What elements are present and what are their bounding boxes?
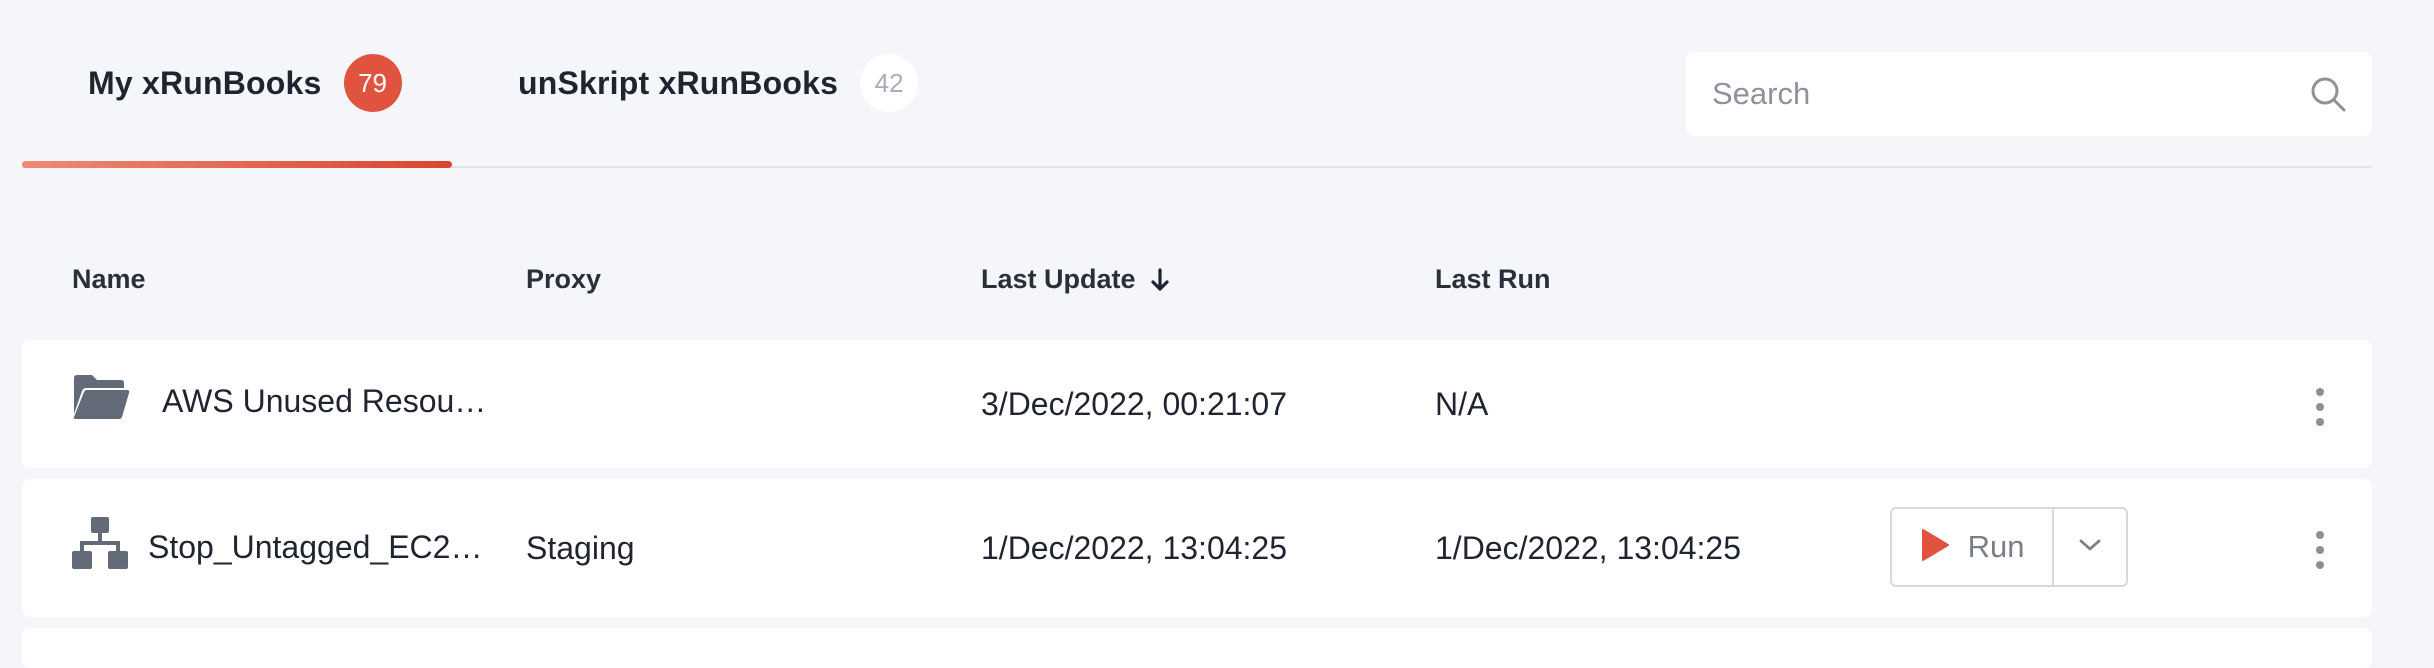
active-tab-indicator [22,161,452,168]
more-options-icon[interactable] [2310,531,2330,569]
column-header-last-update[interactable]: Last Update [981,264,1170,295]
count-badge: 79 [343,54,402,112]
search-input[interactable] [1710,75,2308,113]
column-header-label: Last Update [981,264,1136,294]
tab-label: unSkript xRunBooks [518,64,839,101]
table-row[interactable]: AWS Unused Resourc... 3/Dec/2022, 00:21:… [22,340,2372,468]
more-options-icon[interactable] [2310,388,2330,426]
run-button[interactable]: Run [1892,509,2054,585]
column-header-name[interactable]: Name [72,264,146,295]
sort-descending-icon[interactable] [1150,267,1170,293]
run-options-dropdown[interactable] [2054,509,2126,585]
tab-unskript-xrunbooks[interactable]: unSkript xRunBooks 42 [518,0,919,166]
tab-my-xrunbooks[interactable]: My xRunBooks 79 [88,0,402,166]
column-header-proxy[interactable]: Proxy [526,264,601,295]
tab-label: My xRunBooks [88,64,322,101]
count-badge: 42 [860,54,919,112]
folder-icon [72,374,130,428]
row-name[interactable]: Stop_Untagged_EC2_I... [148,529,498,566]
search-box [1686,52,2372,136]
column-header-label: Last Run [1435,264,1551,294]
play-icon [1920,528,1950,567]
workflow-icon [72,516,128,578]
row-last-update: 1/Dec/2022, 13:04:25 [981,530,1288,566]
row-last-update: 3/Dec/2022, 00:21:07 [981,386,1288,422]
search-icon[interactable] [2308,74,2348,114]
column-header-last-run[interactable]: Last Run [1435,264,1551,295]
table-row[interactable] [22,628,2372,668]
run-split-button: Run [1890,507,2128,587]
row-proxy: Staging [526,530,635,566]
column-header-label: Name [72,264,146,294]
row-name[interactable]: AWS Unused Resourc... [162,383,492,420]
column-header-label: Proxy [526,264,602,294]
chevron-down-icon [2078,537,2102,558]
name-cell: Stop_Untagged_EC2_I... [72,516,498,578]
table-row[interactable]: Stop_Untagged_EC2_I... Staging 1/Dec/202… [22,479,2372,617]
row-last-run: N/A [1435,386,1489,422]
name-cell: AWS Unused Resourc... [72,374,492,428]
row-last-run: 1/Dec/2022, 13:04:25 [1435,530,1742,566]
run-label: Run [1967,529,2025,564]
